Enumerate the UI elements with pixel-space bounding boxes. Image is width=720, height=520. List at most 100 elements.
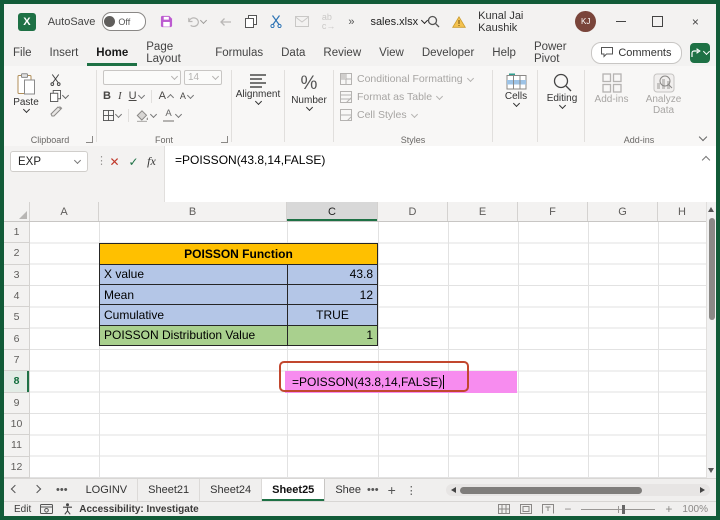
page-break-view-icon[interactable] (542, 504, 554, 514)
cells-button[interactable]: Cells (495, 70, 537, 106)
row-header-8[interactable]: 8 (4, 371, 29, 392)
zoom-in-icon[interactable]: + (665, 502, 672, 516)
row-header-12[interactable]: 12 (4, 457, 29, 478)
cells-area[interactable]: POISSON Function X value 43.8 Mean 12 Cu… (30, 222, 706, 478)
column-header-a[interactable]: A (30, 202, 99, 221)
accessibility-status[interactable]: Accessibility: Investigate (79, 504, 199, 515)
cancel-entry-icon[interactable]: ✕ (106, 153, 123, 170)
document-title[interactable]: sales.xlsx (370, 16, 427, 28)
sheet-tab-sheet21[interactable]: Sheet21 (138, 479, 200, 501)
select-all-corner[interactable] (4, 202, 30, 221)
column-header-g[interactable]: G (588, 202, 658, 221)
accessibility-icon[interactable] (62, 503, 73, 515)
decrease-font-icon[interactable]: A (180, 92, 193, 101)
comments-button[interactable]: Comments (591, 42, 681, 64)
tab-help[interactable]: Help (483, 39, 525, 66)
increase-font-icon[interactable]: A (159, 91, 173, 102)
row-header-6[interactable]: 6 (4, 329, 29, 350)
cell-b4[interactable]: Mean (100, 285, 288, 304)
sheet-tab-sheet24[interactable]: Sheet24 (200, 479, 262, 501)
close-button[interactable]: × (683, 11, 708, 33)
macro-record-icon[interactable] (40, 504, 53, 514)
zoom-slider[interactable] (581, 509, 655, 510)
copy-icon[interactable] (50, 90, 68, 102)
alignment-button[interactable]: Alignment (234, 70, 282, 104)
format-painter-icon[interactable] (50, 106, 68, 118)
more-commands-icon[interactable]: » (348, 16, 354, 28)
minimize-button[interactable] (608, 11, 633, 33)
tab-developer[interactable]: Developer (413, 39, 483, 66)
column-header-d[interactable]: D (378, 202, 448, 221)
cell-b5[interactable]: Cumulative (100, 305, 288, 324)
autosave-toggle[interactable]: Off (102, 12, 145, 31)
cell-b6[interactable]: POISSON Distribution Value (100, 326, 288, 345)
page-layout-view-icon[interactable] (520, 504, 532, 514)
scroll-down-icon[interactable] (708, 468, 714, 473)
maximize-button[interactable] (645, 11, 670, 33)
insert-function-icon[interactable]: fx (143, 153, 160, 170)
formula-input[interactable]: =POISSON(43.8,14,FALSE) (164, 146, 716, 202)
row-header-9[interactable]: 9 (4, 393, 29, 414)
number-button[interactable]: % Number (287, 70, 331, 110)
tab-power-pivot[interactable]: Power Pivot (525, 39, 591, 66)
row-header-10[interactable]: 10 (4, 414, 29, 435)
column-header-b[interactable]: B (99, 202, 287, 221)
scroll-left-icon[interactable] (451, 487, 456, 493)
zoom-level[interactable]: 100% (682, 504, 708, 515)
sheet-tab-truncated[interactable]: Shee (325, 479, 363, 501)
sheet-tab-sheet25[interactable]: Sheet25 (262, 479, 325, 501)
clipboard-dialog-launcher-icon[interactable] (86, 136, 93, 143)
avatar[interactable]: KJ (575, 11, 595, 32)
row-header-5[interactable]: 5 (4, 307, 29, 328)
italic-button[interactable]: I (118, 91, 122, 102)
confirm-entry-icon[interactable]: ✓ (125, 153, 142, 170)
scroll-right-icon[interactable] (700, 487, 705, 493)
new-sheet-icon[interactable]: + (383, 479, 401, 501)
sheet-tab-loginv[interactable]: LOGINV (76, 479, 139, 501)
tabs-scroll-right-icon[interactable] (26, 479, 48, 501)
scroll-up-icon[interactable] (708, 207, 714, 212)
underline-button[interactable]: U (129, 91, 144, 102)
horizontal-scroll-thumb[interactable] (460, 487, 642, 494)
editing-button[interactable]: Editing (540, 70, 584, 108)
paste-button[interactable]: Paste (6, 70, 46, 132)
font-dialog-launcher-icon[interactable] (221, 136, 228, 143)
column-header-h[interactable]: H (658, 202, 706, 221)
search-icon[interactable] (427, 15, 440, 28)
tab-formulas[interactable]: Formulas (206, 39, 272, 66)
name-box[interactable]: EXP (10, 151, 88, 172)
warning-icon[interactable] (452, 16, 466, 28)
tab-view[interactable]: View (370, 39, 413, 66)
zoom-slider-thumb[interactable] (622, 505, 625, 514)
font-size-select[interactable]: 14 (184, 70, 222, 85)
column-header-c[interactable]: C (287, 202, 378, 221)
table-title-cell[interactable]: POISSON Function (99, 243, 378, 264)
user-name[interactable]: Kunal Jai Kaushik (478, 10, 563, 34)
row-header-2[interactable]: 2 (4, 243, 29, 264)
save-icon[interactable] (160, 15, 173, 28)
cell-b3[interactable]: X value (100, 265, 288, 284)
cell-c4[interactable]: 12 (288, 285, 377, 304)
borders-icon[interactable] (103, 110, 121, 121)
row-header-7[interactable]: 7 (4, 350, 29, 371)
tab-data[interactable]: Data (272, 39, 314, 66)
column-header-e[interactable]: E (448, 202, 518, 221)
vertical-scroll-thumb[interactable] (709, 218, 715, 320)
sheet-grid[interactable]: 1 2 3 4 5 6 7 8 9 10 11 12 POISSON Funct… (4, 222, 716, 478)
tab-review[interactable]: Review (314, 39, 370, 66)
row-header-4[interactable]: 4 (4, 286, 29, 307)
expand-formula-bar-icon[interactable] (702, 156, 710, 164)
cell-c6[interactable]: 1 (288, 326, 377, 345)
tabs-menu-icon[interactable]: ⋮ (401, 479, 422, 501)
excel-logo-icon[interactable]: X (18, 13, 36, 31)
tab-insert[interactable]: Insert (41, 39, 88, 66)
copy-icon[interactable] (245, 15, 257, 28)
tabs-overflow-right-icon[interactable]: ••• (363, 479, 383, 501)
horizontal-scrollbar[interactable] (446, 484, 710, 496)
cell-c5[interactable]: TRUE (288, 305, 377, 324)
column-header-f[interactable]: F (518, 202, 588, 221)
row-header-3[interactable]: 3 (4, 265, 29, 286)
bold-button[interactable]: B (103, 91, 111, 102)
tab-page-layout[interactable]: Page Layout (137, 39, 206, 66)
share-button[interactable] (690, 43, 711, 63)
